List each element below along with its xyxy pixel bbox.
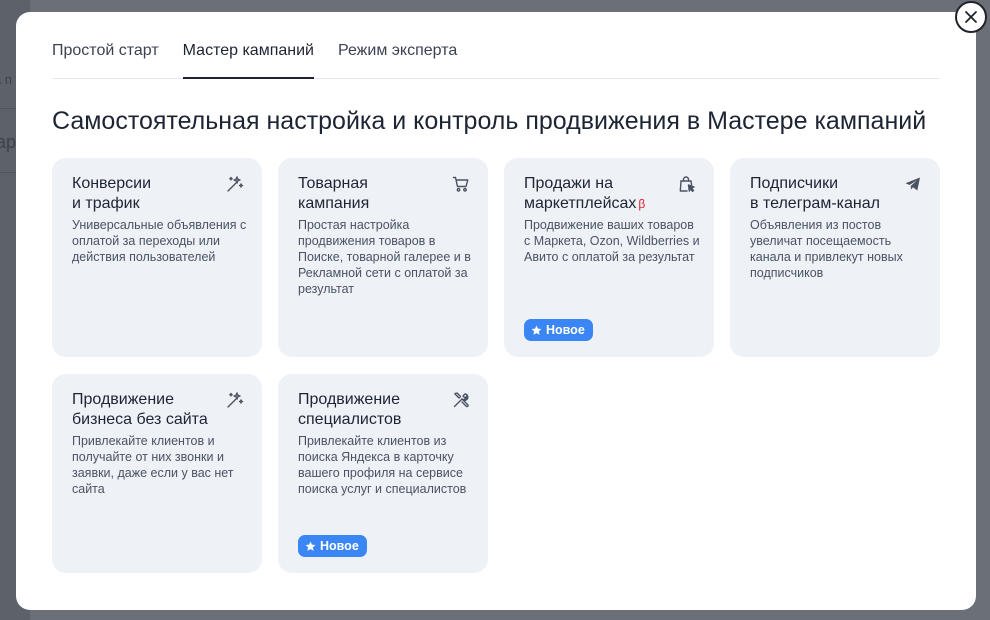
telegram-plane-icon [904,175,922,193]
close-button[interactable] [955,1,987,33]
card-title: Продвижение бизнеса без сайта [72,390,222,430]
mode-tabs: Простой старт Мастер кампаний Режим эксп… [52,12,940,79]
card-conversions-traffic[interactable]: Конверсии и трафик Универсальные объявле… [52,158,262,357]
star-icon [305,541,316,551]
new-badge: Новое [524,319,593,341]
badge-label: Новое [546,323,585,337]
cart-icon [452,175,470,193]
shopping-bag-cursor-icon [678,175,696,193]
card-title-line: кампания [298,195,370,212]
card-title: Товарная кампания [298,174,448,214]
card-description: Объявления из постов увеличат посещаемос… [750,218,903,280]
beta-mark: β [638,197,646,211]
magic-wand-icon [226,175,244,193]
card-title: Продвижение специалистов [298,390,448,430]
magic-wand-icon [226,391,244,409]
card-title-line: Конверсии [72,175,152,192]
card-title: Подписчики в телеграм-канал [750,174,900,214]
card-description: Простая настройка продвижения товаров в … [298,218,471,296]
card-title-line: Товарная [298,175,368,192]
tab-simple-start[interactable]: Простой старт [52,12,159,78]
card-title-line: Продвижение [298,391,400,408]
card-description: Продвижение ваших товаров с Маркета, Ozo… [524,218,700,264]
card-title: Конверсии и трафик [72,174,222,214]
card-title: Продажи на маркетплейсах β [524,174,674,214]
card-telegram-subscribers[interactable]: Подписчики в телеграм-канал Объявления и… [730,158,940,357]
card-title-line: маркетплейсах [524,195,637,212]
campaign-type-modal: Простой старт Мастер кампаний Режим эксп… [16,12,976,610]
badge-label: Новое [320,539,359,553]
close-icon [965,11,977,23]
star-icon [531,325,542,335]
tab-campaign-master[interactable]: Мастер кампаний [182,12,315,79]
page-title: Самостоятельная настройка и контроль про… [52,107,927,135]
card-description: Привлекайте клиентов из поиска Яндекса в… [298,434,467,496]
new-badge: Новое [298,535,367,557]
card-marketplace-sales[interactable]: Продажи на маркетплейсах β Продвижение ва… [504,158,714,357]
card-specialists-promotion[interactable]: Продвижение специалистов Привлекайте кли… [278,374,488,573]
card-description: Универсальные объявления с оплатой за пе… [72,218,247,264]
tools-icon [452,391,470,409]
card-description: Привлекайте клиентов и получайте от них … [72,434,234,496]
background-text-fragment: ар [0,132,17,152]
card-title-line: бизнеса без сайта [72,411,208,428]
card-title-line: Продвижение [72,391,174,408]
card-title-line: Подписчики [750,175,839,192]
card-title-line: Продажи на [524,175,613,192]
card-title-line: специалистов [298,411,402,428]
card-title-line: в телеграм-канал [750,195,880,212]
background-text-fragment: а п [0,72,12,87]
card-title-line: и трафик [72,195,140,212]
card-product-campaign[interactable]: Товарная кампания Простая настройка прод… [278,158,488,357]
card-business-no-site[interactable]: Продвижение бизнеса без сайта Привлекайт… [52,374,262,573]
tab-expert-mode[interactable]: Режим эксперта [338,12,457,78]
